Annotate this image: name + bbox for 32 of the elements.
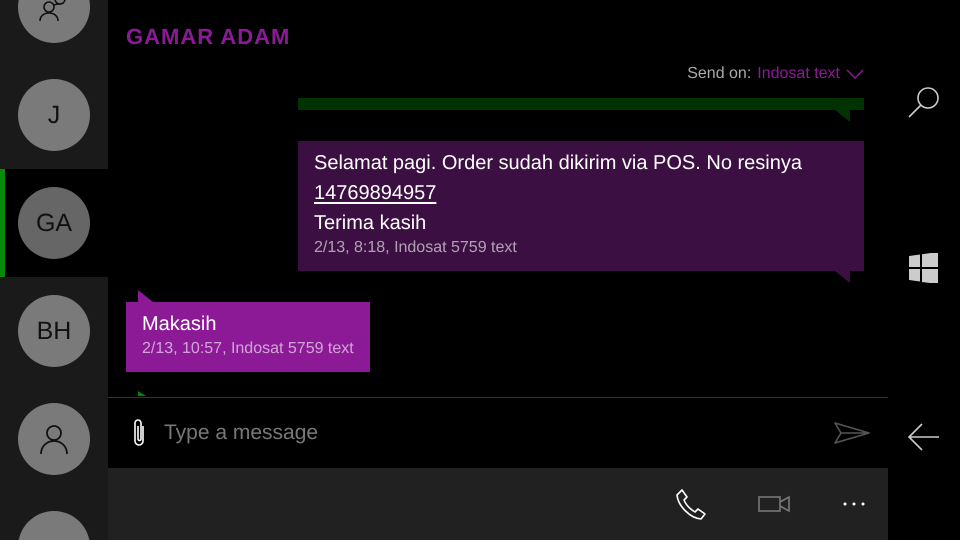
avatar-initials: J <box>18 79 90 151</box>
video-call-button[interactable] <box>758 495 790 513</box>
attach-button[interactable] <box>132 418 146 448</box>
avatar-initials: BH <box>18 295 90 367</box>
send-button[interactable] <box>834 421 870 445</box>
start-button[interactable] <box>909 253 939 283</box>
video-camera-icon <box>758 495 790 513</box>
search-icon <box>908 86 940 118</box>
send-icon <box>834 421 870 445</box>
avatar-initials: GA <box>18 187 90 259</box>
message-timestamp: 2/13, 8:18, Indosat 5759 text <box>314 238 518 258</box>
chevron-down-icon <box>846 69 864 79</box>
windows-logo-icon <box>909 253 939 283</box>
message-input[interactable]: Type a message <box>162 420 818 446</box>
contact-item[interactable]: GA <box>0 169 108 277</box>
paperclip-icon <box>132 418 146 448</box>
call-button[interactable] <box>676 488 706 520</box>
message-text: Selamat pagi. Order sudah dikirim via POS. No resinya <box>314 151 803 176</box>
phone-icon <box>676 488 706 520</box>
message-timestamp: 2/13, 10:57, Indosat 5759 text <box>142 339 354 359</box>
message-text: Makasih <box>142 312 218 337</box>
back-button[interactable] <box>908 423 940 451</box>
phone-number-link[interactable]: 14769894957 <box>314 182 436 204</box>
more-icon <box>842 502 866 506</box>
contact-name: GAMAR ADAM <box>126 24 292 50</box>
search-button[interactable] <box>908 86 940 118</box>
sim-dropdown[interactable]: Indosat text <box>757 65 864 83</box>
message-text: Terima kasih <box>314 211 428 236</box>
person-icon <box>39 423 69 455</box>
more-button[interactable] <box>842 502 866 506</box>
back-arrow-icon <box>908 423 940 451</box>
send-on-label: Send on: <box>687 65 752 83</box>
